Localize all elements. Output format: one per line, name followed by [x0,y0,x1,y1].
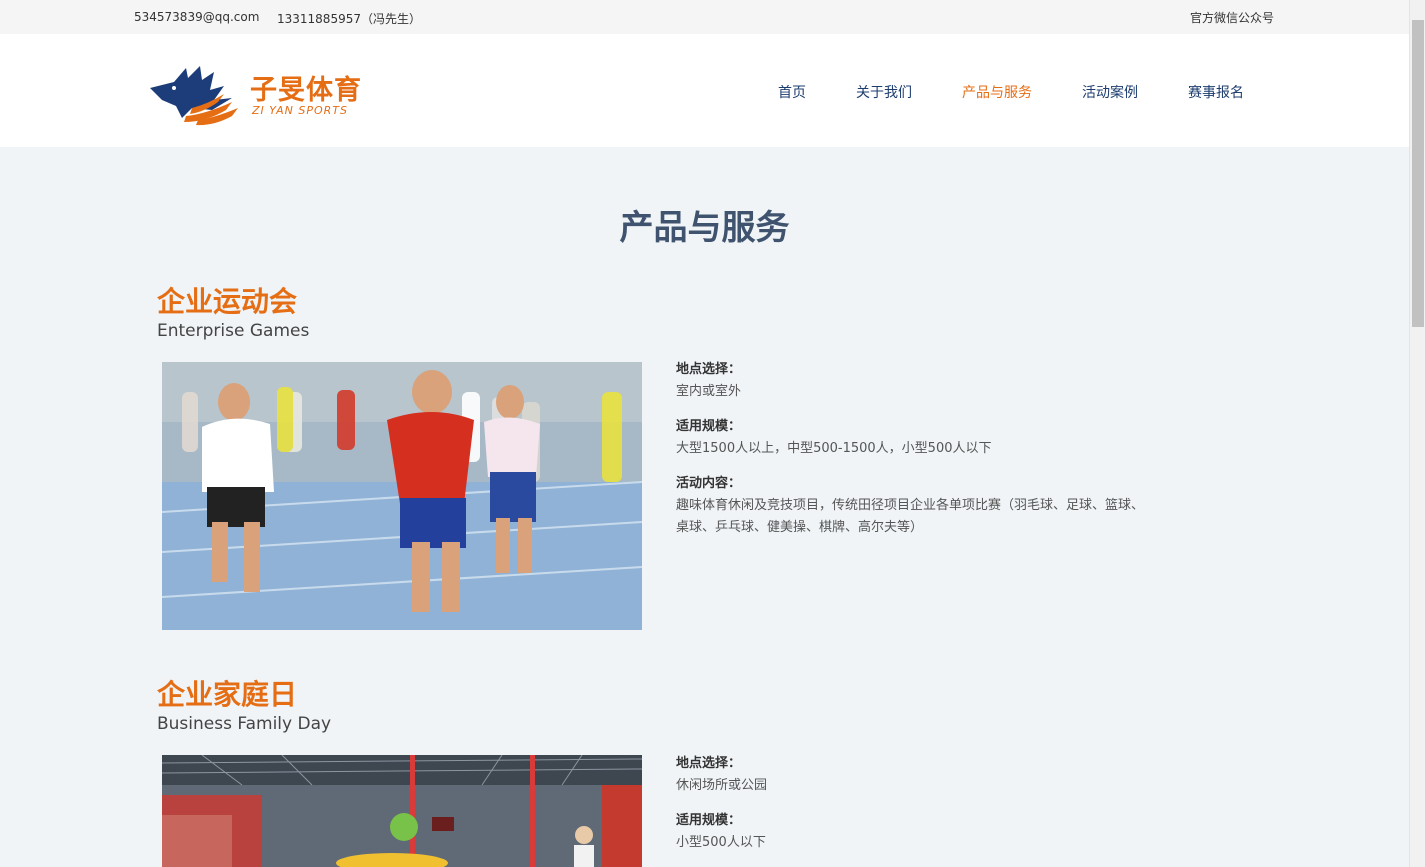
section-title: 企业家庭日 [157,678,298,711]
detail-block: 适用规模： 小型500人以下 [676,810,1146,854]
detail-label: 地点选择： [676,756,742,771]
sprinters-photo [162,362,642,630]
main-nav: 首页 关于我们 产品与服务 活动案例 赛事报名 [0,82,1409,102]
detail-value: 趣味体育休闲及竞技项目，传统田径项目企业各单项比赛（羽毛球、足球、篮球、桌球、乒… [676,498,1145,535]
indoor-arena-photo [162,755,642,867]
nav-item-about[interactable]: 关于我们 [856,82,912,102]
page-title: 产品与服务 [619,208,790,248]
section-details: 地点选择： 室内或室外 适用规模： 大型1500人以上，中型500-1500人，… [676,359,1146,552]
detail-label: 适用规模： [676,813,742,828]
page-scrollbar[interactable] [1409,0,1425,867]
scrollbar-thumb[interactable] [1412,20,1424,327]
detail-block: 地点选择： 室内或室外 [676,359,1146,403]
detail-label: 适用规模： [676,419,742,434]
page: 534573839@qq.com 13311885957（冯先生） 官方微信公众… [0,0,1409,867]
section-title: 企业运动会 [157,285,298,318]
detail-value: 室内或室外 [676,384,742,399]
wechat-link[interactable]: 官方微信公众号 [1190,9,1274,26]
detail-value: 小型500人以下 [676,835,766,850]
section-subtitle: Business Family Day [157,714,332,734]
nav-item-cases[interactable]: 活动案例 [1082,82,1138,102]
logo-text-en: ZI YAN SPORTS [252,104,349,117]
detail-block: 活动内容： 趣味体育休闲及竞技项目，传统田径项目企业各单项比赛（羽毛球、足球、篮… [676,473,1146,539]
detail-label: 地点选择： [676,362,742,377]
detail-block: 适用规模： 大型1500人以上，中型500-1500人，小型500人以下 [676,416,1146,460]
detail-value: 休闲场所或公园 [676,778,768,793]
nav-item-home[interactable]: 首页 [778,82,806,102]
detail-label: 活动内容： [676,476,742,491]
nav-item-signup[interactable]: 赛事报名 [1188,82,1244,102]
section-details: 地点选择： 休闲场所或公园 适用规模： 小型500人以下 [676,753,1146,867]
top-bar: 534573839@qq.com 13311885957（冯先生） 官方微信公众… [0,0,1409,34]
section-subtitle: Enterprise Games [157,321,310,341]
site-header: 子旻体育 ZI YAN SPORTS 首页 关于我们 产品与服务 活动案例 赛事… [0,34,1409,147]
nav-item-products[interactable]: 产品与服务 [962,82,1032,102]
detail-block: 地点选择： 休闲场所或公园 [676,753,1146,797]
detail-value: 大型1500人以上，中型500-1500人，小型500人以下 [676,441,992,456]
contact-email[interactable]: 534573839@qq.com [134,10,259,24]
contact-phone: 13311885957（冯先生） [277,12,421,26]
